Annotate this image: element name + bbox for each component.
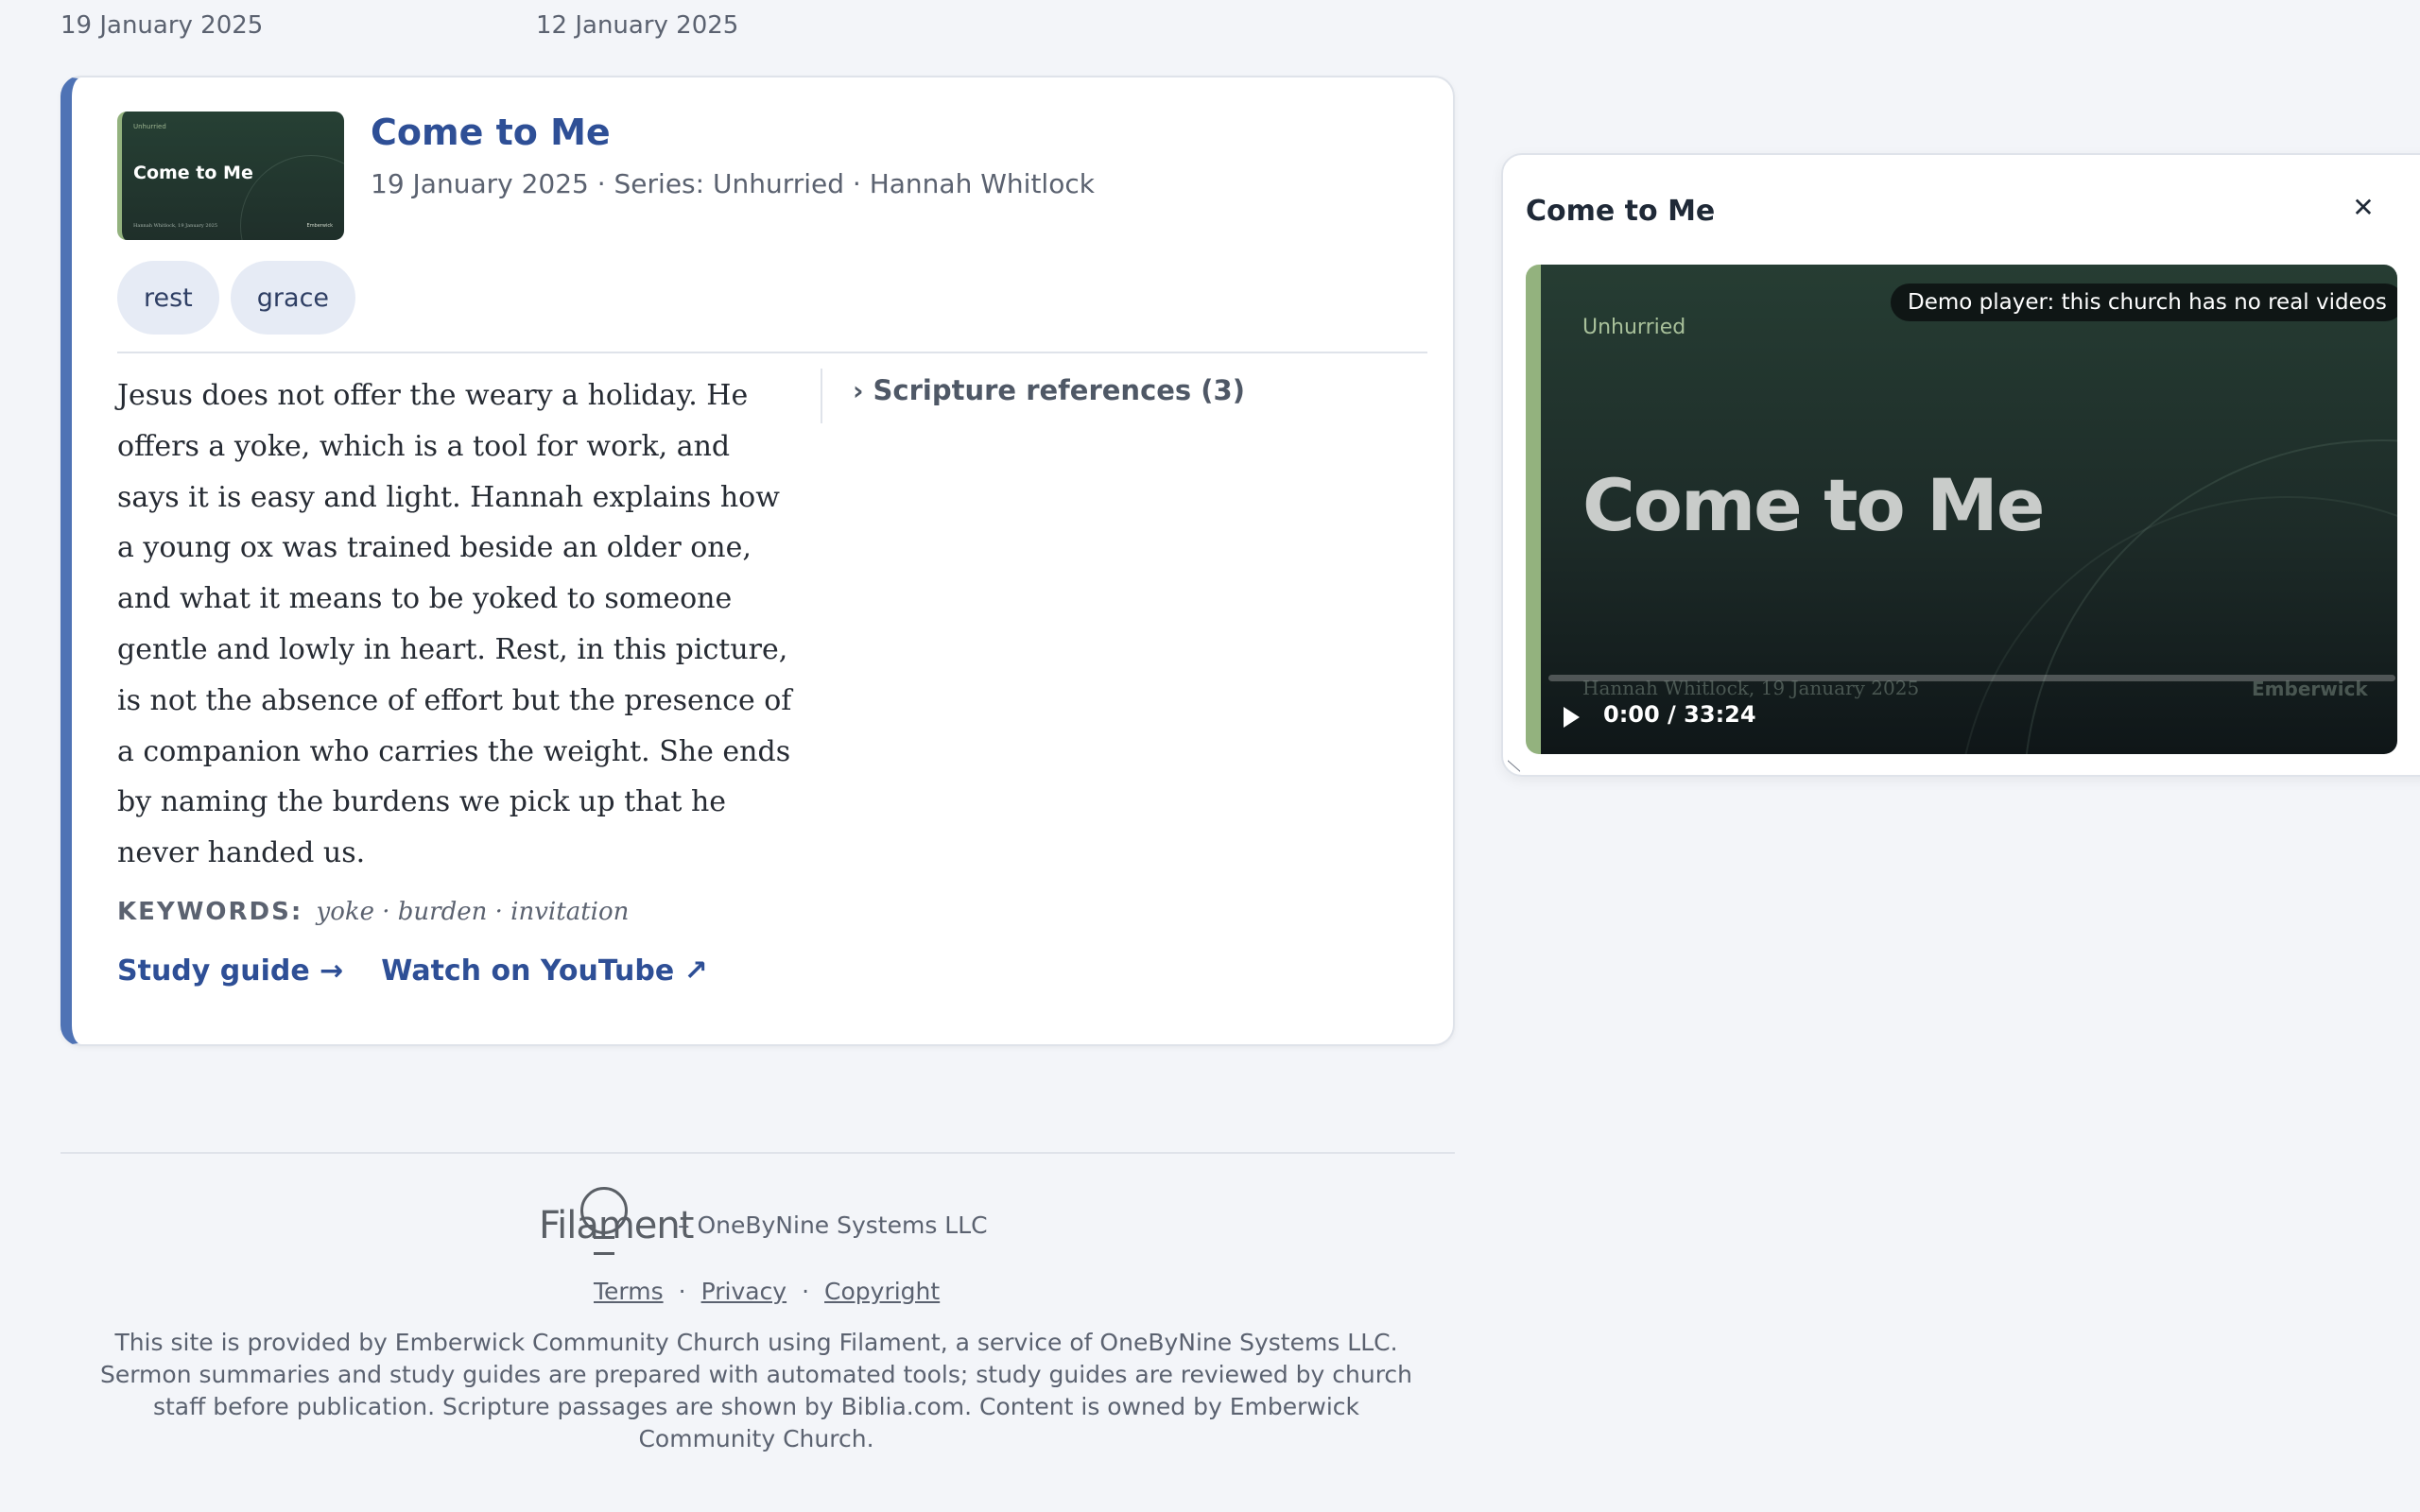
tag-chip[interactable]: rest (117, 261, 219, 335)
thumbnail-title: Come to Me (133, 163, 253, 183)
sermon-meta: 19 January 2025 · Series: Unhurried · Ha… (371, 168, 1095, 199)
video-player-panel: Come to Me ✕ Unhurried Come to Me Hannah… (1501, 153, 2420, 777)
footer-company: – OneByNine Systems LLC (678, 1211, 988, 1239)
logo-text: Filament (539, 1204, 694, 1247)
terms-link[interactable]: Terms (594, 1278, 664, 1305)
footer-separator: · (678, 1278, 686, 1305)
sermon-summary: Jesus does not offer the weary a holiday… (117, 379, 792, 870)
demo-player-badge: Demo player: this church has no real vid… (1891, 284, 2397, 321)
thumbnail-church: Emberwick (306, 223, 333, 229)
previous-sermon-date: 12 January 2025 (536, 11, 739, 40)
scripture-references-label: Scripture references (3) (873, 374, 1245, 406)
column-separator (821, 369, 822, 423)
thumbnail-series: Unhurried (133, 123, 166, 130)
thumbnail-byline: Hannah Whitlock, 19 January 2025 (133, 223, 218, 229)
video-player[interactable]: Unhurried Come to Me Hannah Whitlock, 19… (1526, 265, 2397, 754)
scripture-references-toggle[interactable]: › Scripture references (3) (853, 374, 1245, 406)
resize-handle-icon[interactable]: ⟋ (1503, 760, 1523, 772)
footer-separator: · (802, 1278, 810, 1305)
time-readout: 0:00 / 33:24 (1603, 701, 1756, 728)
chevron-right-icon: › (853, 374, 864, 406)
page: 19 January 2025 12 January 2025 Unhurrie… (0, 0, 2420, 1512)
tag-chip[interactable]: grace (230, 261, 356, 335)
close-icon[interactable]: ✕ (2344, 189, 2382, 227)
card-divider (117, 352, 1427, 353)
youtube-link[interactable]: Watch on YouTube ↗ (381, 954, 707, 988)
video-series: Unhurried (1582, 316, 1686, 339)
footer-divider (60, 1152, 1455, 1154)
video-title: Come to Me (1582, 463, 2045, 547)
tag-list: rest grace (117, 261, 356, 335)
footer-links: Terms · Privacy · Copyright (594, 1278, 940, 1305)
sermon-links: Study guide → Watch on YouTube ↗ (117, 954, 708, 988)
sermon-card: Unhurried Come to Me Hannah Whitlock, 19… (60, 76, 1455, 1046)
sermon-thumbnail[interactable]: Unhurried Come to Me Hannah Whitlock, 19… (117, 112, 344, 240)
progress-bar[interactable] (1548, 675, 2395, 681)
play-icon[interactable] (1564, 707, 1580, 728)
privacy-link[interactable]: Privacy (701, 1278, 787, 1305)
footer-brand: Filament – OneByNine Systems LLC (539, 1187, 988, 1263)
keywords: KEYWORDS: yoke · burden · invitation (117, 898, 629, 926)
copyright-link[interactable]: Copyright (824, 1278, 940, 1305)
study-guide-link[interactable]: Study guide → (117, 954, 343, 988)
previous-sermon-date: 19 January 2025 (60, 11, 264, 40)
filament-logo[interactable]: Filament (539, 1187, 694, 1263)
footer-disclaimer: This site is provided by Emberwick Commu… (99, 1329, 1413, 1452)
player-title: Come to Me (1526, 195, 1716, 228)
keywords-list: yoke · burden · invitation (316, 898, 630, 926)
sermon-title[interactable]: Come to Me (371, 112, 611, 153)
keywords-label: KEYWORDS: (117, 898, 303, 926)
